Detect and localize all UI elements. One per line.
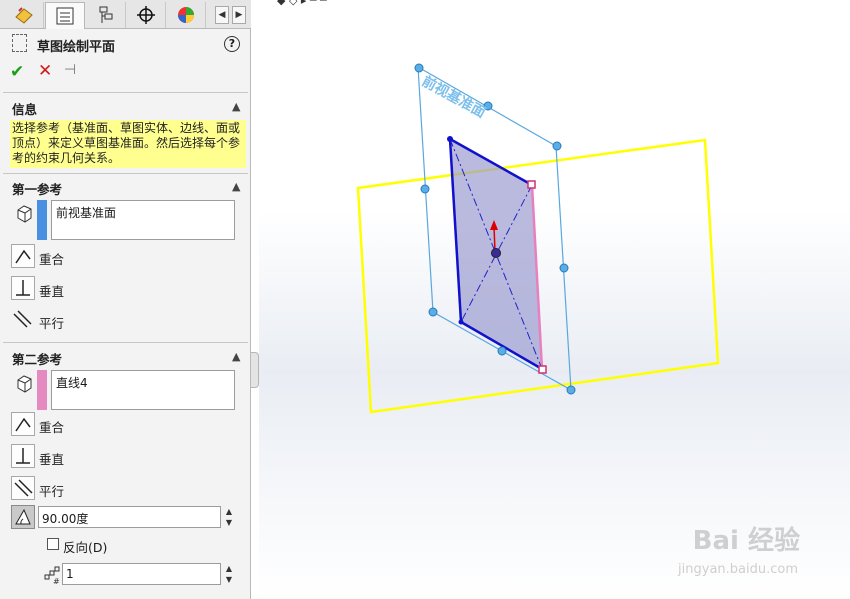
coincident-icon (15, 249, 31, 264)
appearance-icon (177, 7, 194, 23)
info-header: 信息 (12, 102, 38, 117)
count-input[interactable]: 1 (62, 563, 221, 585)
count-icon: # (44, 566, 60, 584)
pin-button[interactable]: ⊣ (64, 62, 76, 78)
perpendicular-icon (16, 448, 30, 464)
configuration-icon (99, 6, 112, 23)
panel-title: 草图绘制平面 (37, 40, 116, 55)
first-relation-perpendicular-label: 垂直 (39, 284, 65, 299)
perpendicular-button[interactable] (11, 444, 35, 468)
parallel-button[interactable] (11, 308, 35, 332)
plane-handle[interactable] (559, 263, 569, 273)
first-relation-parallel-label: 平行 (39, 316, 65, 331)
cancel-button[interactable]: ✕ (38, 61, 52, 81)
count-spin-down[interactable]: ▼ (224, 575, 234, 584)
tab-property-manager[interactable] (45, 2, 85, 29)
second-reference-header: 第二参考 (12, 352, 63, 367)
flip-label: 反向(D) (63, 540, 108, 555)
perpendicular-button[interactable] (11, 276, 35, 300)
panel-resize-handle[interactable] (251, 352, 259, 388)
property-manager-icon (56, 7, 74, 25)
first-relation-coincident-label: 重合 (39, 252, 65, 267)
tab-dimxpert[interactable] (126, 2, 166, 28)
angle-button[interactable] (11, 505, 35, 529)
manager-tabs: ◀ ▶ (0, 0, 251, 29)
origin-point[interactable] (491, 248, 501, 258)
vertex-point[interactable] (458, 319, 464, 325)
vertex-point[interactable] (447, 136, 453, 142)
plane-handle[interactable] (497, 346, 507, 356)
angle-spin-up[interactable]: ▲ (224, 507, 234, 516)
reference-icon (17, 205, 32, 223)
first-reference-selection[interactable]: 前视基准面 (51, 200, 235, 240)
second-reference-color (37, 370, 47, 410)
divider (3, 342, 248, 343)
first-reference-color (37, 200, 47, 240)
perpendicular-icon (16, 280, 30, 296)
plane-handle[interactable] (566, 385, 576, 395)
coincident-button[interactable] (11, 412, 35, 436)
second-reference-selection[interactable]: 直线4 (51, 370, 235, 410)
first-reference-collapse-icon[interactable]: ▲ (232, 180, 240, 193)
tab-configuration[interactable] (86, 2, 126, 28)
sketch-plane-icon (12, 34, 27, 52)
plane-handle[interactable] (414, 63, 424, 73)
svg-text:#: # (53, 577, 60, 584)
first-reference-header: 第一参考 (12, 182, 63, 197)
info-collapse-icon[interactable]: ▲ (232, 100, 240, 113)
parallel-icon (13, 310, 32, 328)
angle-input[interactable]: 90.00度 (38, 506, 221, 528)
info-message: 选择参考（基准面、草图实体、边线、面或顶点）来定义草图基准面。然后选择每个参考的… (10, 120, 246, 168)
property-manager-panel: ◀ ▶ 草图绘制平面 ? ✔ ✕ ⊣ 信息 ▲ 选择参考（基准面、草图实体、边线… (0, 0, 251, 599)
reference-icon (17, 375, 32, 393)
tab-scroll-right[interactable]: ▶ (232, 6, 246, 24)
second-relation-coincident-label: 重合 (39, 420, 65, 435)
divider (3, 173, 248, 174)
count-spin-up[interactable]: ▲ (224, 564, 234, 573)
plane-handle[interactable] (420, 184, 430, 194)
divider (3, 92, 248, 93)
tab-appearance[interactable] (166, 2, 206, 28)
parallel-icon (14, 479, 33, 497)
second-relation-parallel-label: 平行 (39, 484, 65, 499)
feature-manager-icon (14, 7, 33, 24)
plane-label: 前视基准面 (419, 73, 488, 122)
angle-spin-down[interactable]: ▼ (224, 518, 234, 527)
watermark-url: jingyan.baidu.com (678, 562, 798, 577)
coincident-button[interactable] (11, 244, 35, 268)
endpoint-handle[interactable] (527, 180, 536, 189)
second-relation-perpendicular-label: 垂直 (39, 452, 65, 467)
endpoint-handle[interactable] (538, 365, 547, 374)
flip-checkbox[interactable] (47, 538, 59, 550)
help-icon[interactable]: ? (224, 36, 240, 52)
parallel-button[interactable] (11, 476, 35, 500)
graphics-viewport[interactable]: ◆ ◇ ▸ ─ ─ 前视基准面 Bai 经验 jingyan.baidu.com (259, 0, 850, 599)
model-graphics: 前视基准面 (356, 63, 720, 414)
tab-scroll-left[interactable]: ◀ (215, 6, 229, 24)
dimxpert-icon (136, 6, 155, 24)
tab-feature-manager[interactable] (4, 2, 44, 28)
plane-handle[interactable] (552, 141, 562, 151)
watermark: Bai 经验 (692, 526, 800, 556)
ok-button[interactable]: ✔ (10, 62, 24, 82)
second-reference-collapse-icon[interactable]: ▲ (232, 350, 240, 363)
coincident-icon (15, 417, 31, 432)
angle-icon (15, 508, 31, 525)
plane-handle[interactable] (428, 307, 438, 317)
